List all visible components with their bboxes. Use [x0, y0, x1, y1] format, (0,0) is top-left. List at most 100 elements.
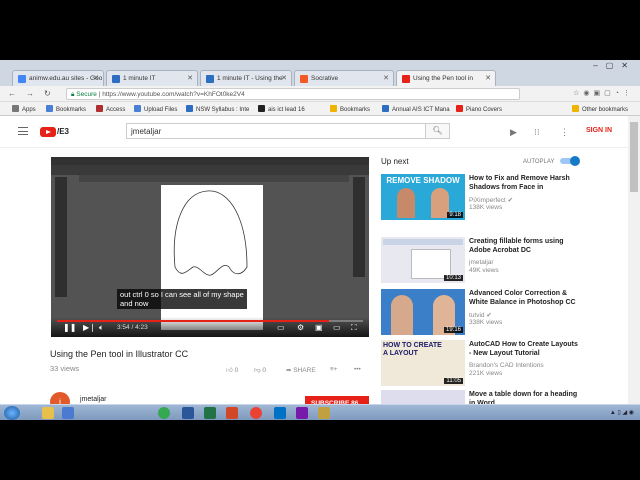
video-thumbnail[interactable]: HOW TO CREATE A LAYOUT 11:05 [381, 340, 465, 386]
theater-icon[interactable]: ▭ [333, 323, 341, 332]
fullscreen-icon[interactable]: ⛶ [351, 323, 357, 333]
powerpoint-icon[interactable] [226, 407, 238, 419]
tab-youtube-active[interactable]: Using the Pen tool in ✕ [396, 70, 496, 86]
autoplay-label: AUTOPLAY [523, 159, 555, 165]
google-sites-icon [18, 75, 26, 83]
subtitles-icon[interactable]: ▭ [277, 323, 285, 332]
close-icon[interactable]: ✕ [281, 74, 287, 82]
video-thumbnail[interactable]: 19:16 [381, 289, 465, 335]
recommended-channel: jmetaljar [469, 259, 494, 266]
recommended-title[interactable]: Creating fillable forms using Adobe Acro… [469, 237, 581, 255]
system-tray[interactable]: ▲ ▯ ◢ ◉ [610, 409, 634, 416]
next-icon[interactable]: ▶❘ [83, 323, 96, 332]
tab-animw[interactable]: animw.edu.au sites - Goo ✕ [12, 70, 104, 86]
bookmark-upload-files[interactable]: Upload Files [134, 105, 177, 113]
bookmark-bookmarks[interactable]: Bookmarks [46, 105, 86, 113]
bookmark-access[interactable]: Access [96, 105, 125, 113]
bookmark-nsw-syllabus[interactable]: NSW Syllabus : Inte [186, 105, 249, 113]
start-button-icon[interactable] [4, 406, 20, 420]
thumbs-down-icon: 👎︎ [254, 367, 261, 374]
more-icon[interactable]: ••• [354, 366, 361, 373]
channel-name[interactable]: jmetaljar [80, 396, 106, 403]
extension-icons[interactable]: ☆◉▣▢◔⋮ [573, 89, 634, 97]
video-thumbnail[interactable] [381, 390, 465, 404]
forward-icon[interactable]: → [26, 89, 34, 98]
pause-icon[interactable]: ❚❚ [63, 323, 76, 332]
gear-icon[interactable]: ⚙︎ [297, 323, 304, 332]
recommended-video[interactable]: REMOVE SHADOW 9:18 How to Fix and Remove… [381, 174, 591, 222]
person-image [391, 295, 413, 335]
upload-video-icon[interactable]: ▶ [510, 127, 517, 138]
word-icon[interactable] [182, 407, 194, 419]
share-button[interactable]: ➦ SHARE [286, 366, 316, 374]
chrome-icon[interactable] [158, 407, 170, 419]
duration-badge: 19:16 [443, 327, 463, 333]
close-icon[interactable]: ✕ [93, 74, 99, 82]
bookmark-bookmarks-2[interactable]: Bookmarks [330, 105, 370, 113]
autoplay-toggle[interactable] [560, 156, 580, 166]
verified-icon: ✔ [486, 312, 492, 319]
close-icon[interactable]: ✕ [485, 74, 491, 82]
word-doc-icon [206, 75, 214, 83]
recommended-title[interactable]: How to Fix and Remove Harsh Shadows from… [469, 174, 581, 192]
upload-icon [134, 105, 141, 112]
tab-socrative[interactable]: Socrative ✕ [294, 70, 394, 86]
tab-label: 1 minute IT [123, 75, 156, 82]
search-button[interactable]: 🔍︎ [426, 123, 450, 139]
youtube-logo[interactable] [40, 127, 56, 137]
youtube-icon [402, 75, 410, 83]
chrome-alt-icon[interactable] [250, 407, 262, 419]
url-input[interactable]: 🔒︎ Secure | https://www.youtube.com/watc… [66, 88, 520, 100]
menu-icon[interactable] [18, 127, 28, 135]
sign-in-link[interactable]: SIGN IN [586, 127, 612, 134]
media-player-icon[interactable] [62, 407, 74, 419]
video-player[interactable]: out ctrl 0 so I can see all of my shape … [51, 157, 369, 337]
bookmark-ais-ict[interactable]: ais ict lead 16 [258, 105, 305, 113]
reload-icon[interactable]: ↻ [44, 89, 51, 98]
folder-icon [330, 105, 337, 112]
video-thumbnail[interactable]: REMOVE SHADOW 9:18 [381, 174, 465, 220]
window-controls[interactable]: –▢✕ [593, 61, 636, 70]
duration-badge: 11:05 [444, 378, 463, 384]
bookmark-apps[interactable]: Apps [12, 105, 36, 113]
tab-1-minute-it-using[interactable]: 1 minute IT - Using the ✕ [200, 70, 292, 86]
recommended-video[interactable]: 10:13 Creating fillable forms using Adob… [381, 237, 591, 285]
recommended-title[interactable]: AutoCAD How to Create Layouts - New Layo… [469, 340, 581, 358]
close-icon[interactable]: ✕ [383, 74, 389, 82]
search-icon: 🔍︎ [432, 126, 443, 135]
illustrator-panel [353, 177, 365, 277]
bookmark-annual-ais[interactable]: Annual AIS ICT Mana [382, 105, 450, 113]
explorer-icon[interactable] [42, 407, 54, 419]
search-input[interactable]: jmetaljar [126, 123, 426, 139]
onenote-icon[interactable] [296, 407, 308, 419]
back-icon[interactable]: ← [8, 89, 16, 98]
settings-menu-icon[interactable]: ⋮ [560, 127, 569, 138]
volume-icon[interactable]: 🔈︎ [99, 323, 104, 333]
progress-bar[interactable] [57, 320, 363, 322]
page-scrollbar[interactable] [628, 116, 640, 406]
recommended-video[interactable]: HOW TO CREATE A LAYOUT 11:05 AutoCAD How… [381, 340, 591, 388]
dislike-button[interactable]: 👎︎ 0 [254, 366, 266, 374]
recommended-video[interactable]: 19:16 Advanced Color Correction & White … [381, 289, 591, 337]
other-bookmarks[interactable]: Other bookmarks [572, 105, 628, 113]
apps-grid-icon [12, 105, 19, 112]
tab-label: Using the Pen tool in [413, 75, 473, 82]
outlook-icon[interactable] [274, 407, 286, 419]
duration-badge: 10:13 [443, 275, 463, 281]
tab-1-minute-it[interactable]: 1 minute IT ✕ [106, 70, 198, 86]
miniplayer-icon[interactable]: ▣ [315, 323, 323, 332]
view-count: 33 views [50, 364, 80, 373]
thumbnail-text: REMOVE SHADOW [386, 176, 460, 185]
app-icon[interactable] [318, 407, 330, 419]
recommended-views: 221K views [469, 370, 503, 377]
apps-grid-icon[interactable]: ⁝⁝ [534, 127, 540, 138]
bookmark-piano-covers[interactable]: Piano Covers [456, 105, 502, 113]
excel-icon[interactable] [204, 407, 216, 419]
scrollbar-thumb[interactable] [630, 122, 638, 192]
video-thumbnail[interactable]: 10:13 [381, 237, 465, 283]
add-to-playlist-icon[interactable]: ≡+ [330, 366, 338, 373]
close-icon[interactable]: ✕ [187, 74, 193, 82]
url-text: https://www.youtube.com/watch?v=KhFOt0ke… [102, 91, 245, 98]
recommended-title[interactable]: Advanced Color Correction & White Balanc… [469, 289, 581, 307]
like-button[interactable]: 👍︎ 0 [226, 366, 238, 374]
